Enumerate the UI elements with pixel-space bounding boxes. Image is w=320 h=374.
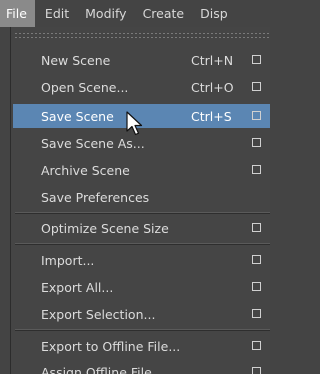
option-box-icon[interactable] (252, 367, 261, 374)
option-box-icon[interactable] (252, 55, 261, 64)
file-menu-dropdown: New Scene Ctrl+N Open Scene... Ctrl+O Sa… (10, 27, 270, 374)
menu-separator (15, 243, 270, 245)
menu-separator (15, 212, 270, 214)
option-box-icon[interactable] (252, 309, 261, 318)
menu-item-label: New Scene (41, 52, 111, 68)
option-box-icon[interactable] (252, 165, 261, 174)
menu-item-shortcut: Ctrl+N (191, 52, 234, 68)
menu-item-archive-scene[interactable]: Archive Scene (13, 158, 270, 182)
menu-item-export-to-offline-file[interactable]: Export to Offline File... (13, 334, 270, 358)
option-box-icon[interactable] (252, 282, 261, 291)
option-box-icon[interactable] (252, 138, 261, 147)
menu-separator (15, 329, 270, 331)
option-box-icon[interactable] (252, 341, 261, 350)
menu-item-label: Save Scene (41, 108, 114, 124)
menu-item-import[interactable]: Import... (13, 248, 270, 272)
menu-item-label: Save Preferences (41, 189, 150, 205)
menu-item-new-scene[interactable]: New Scene Ctrl+N (13, 48, 270, 72)
mouse-pointer-icon (126, 111, 143, 136)
menu-item-label: Open Scene... (41, 79, 129, 95)
menu-item-shortcut: Ctrl+S (191, 108, 232, 124)
menu-item-optimize-scene-size[interactable]: Optimize Scene Size (13, 216, 270, 240)
menu-item-label: Save Scene As... (41, 135, 145, 151)
option-box-icon[interactable] (252, 223, 261, 232)
tear-off-bar[interactable] (15, 31, 270, 41)
menu-item-shortcut: Ctrl+O (191, 79, 234, 95)
menu-item-label: Export Selection... (41, 306, 156, 322)
menu-item-label: Export All... (41, 279, 114, 295)
menu-bar: File Edit Modify Create Disp (0, 0, 269, 27)
option-box-icon[interactable] (252, 82, 261, 91)
menu-edit[interactable]: Edit (37, 0, 77, 27)
menu-item-label: Assign Offline File... (41, 364, 164, 374)
menu-item-label: Optimize Scene Size (41, 220, 169, 236)
menu-display[interactable]: Disp (192, 0, 236, 27)
menu-item-export-all[interactable]: Export All... (13, 275, 270, 299)
option-box-icon[interactable] (252, 255, 261, 264)
menu-item-save-preferences[interactable]: Save Preferences (13, 185, 270, 209)
menu-item-assign-offline-file[interactable]: Assign Offline File... (13, 360, 270, 374)
menu-modify[interactable]: Modify (77, 0, 134, 27)
menu-file[interactable]: File (0, 0, 35, 27)
menu-item-export-selection[interactable]: Export Selection... (13, 302, 270, 326)
menu-create[interactable]: Create (135, 0, 193, 27)
menu-item-label: Import... (41, 252, 95, 268)
menu-item-open-scene[interactable]: Open Scene... Ctrl+O (13, 75, 270, 99)
menu-item-label: Export to Offline File... (41, 338, 181, 354)
menu-item-label: Archive Scene (41, 162, 130, 178)
option-box-icon[interactable] (252, 111, 261, 120)
